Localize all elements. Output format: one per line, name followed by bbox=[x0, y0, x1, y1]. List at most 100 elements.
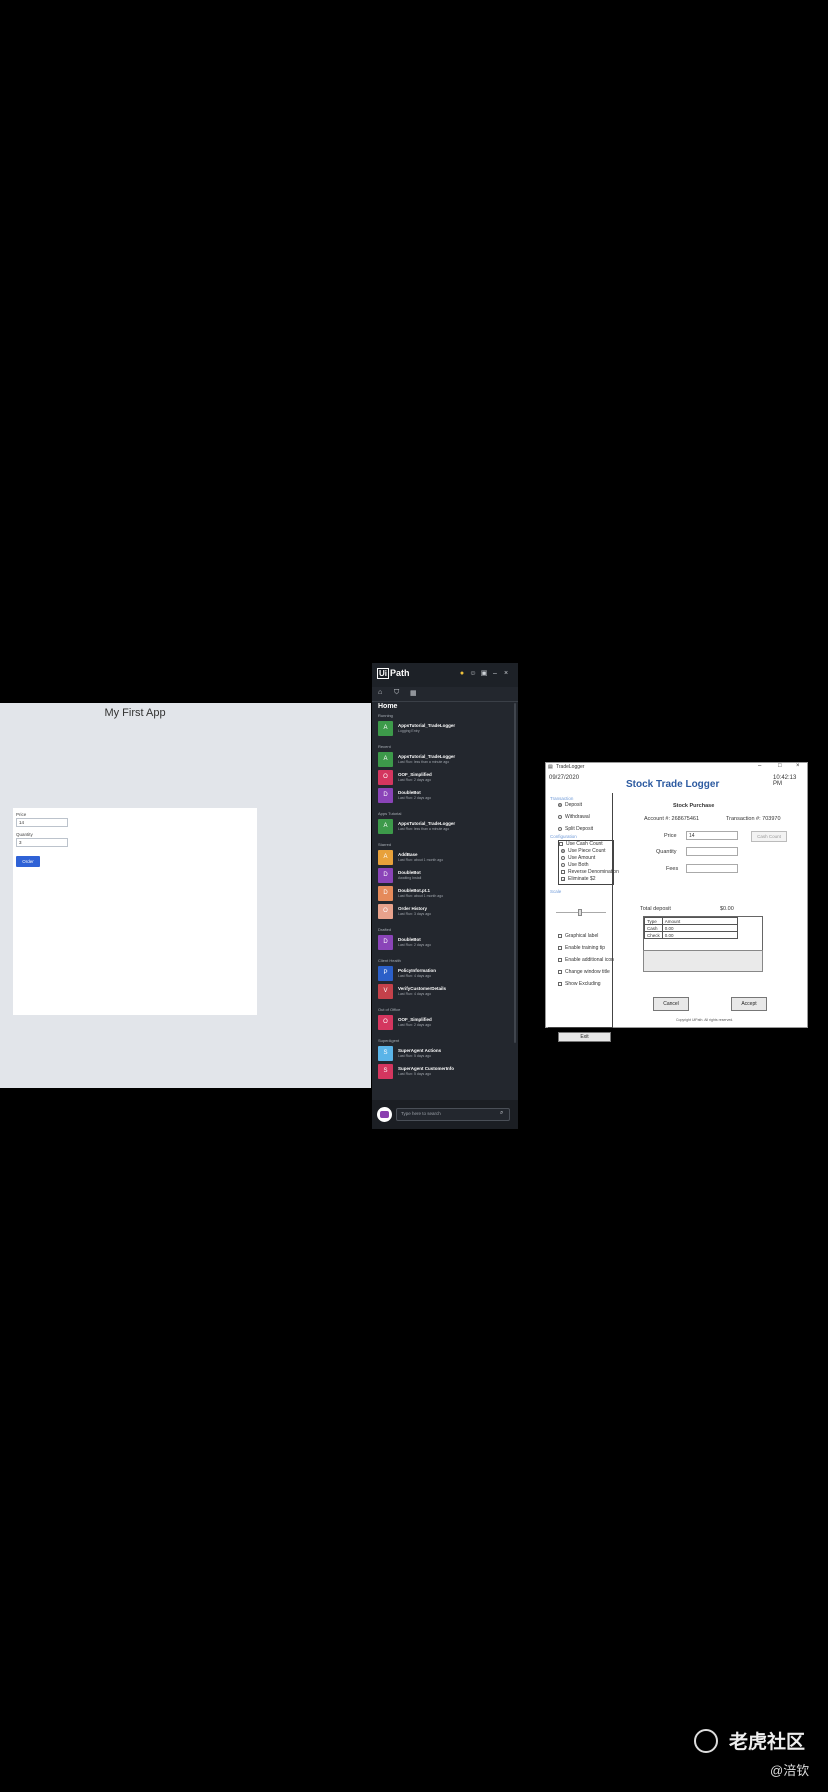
table-header: Amount bbox=[661, 917, 738, 925]
list-item[interactable]: A AppsTutorial_TradeLogger Last Run: less … bbox=[378, 752, 508, 768]
process-badge: D bbox=[378, 788, 393, 803]
accept-button[interactable]: Accept bbox=[731, 997, 767, 1011]
eliminate-2-checkbox[interactable]: ✓ Eliminate $2 bbox=[561, 876, 596, 882]
process-name: SuperAgent CustomerInfo bbox=[398, 1066, 455, 1071]
list-item[interactable]: D DoubleBot Last Run: 2 days ago bbox=[378, 788, 508, 804]
training-tip-checkbox[interactable]: Enable training tip bbox=[558, 945, 605, 951]
process-name: PolicyInformation bbox=[398, 968, 437, 973]
process-status: Last Run: 5 days ago bbox=[398, 1054, 432, 1058]
list-item[interactable]: O OOF_Simplified Last Run: 2 days ago bbox=[378, 1015, 508, 1031]
list-item[interactable]: S SuperAgent CustomerInfo Last Run: 5 days… bbox=[378, 1064, 508, 1080]
app-title: My First App bbox=[104, 707, 166, 719]
configuration-group-label: Configuration bbox=[550, 834, 577, 839]
app-heading: Stock Trade Logger bbox=[626, 779, 720, 790]
list-item[interactable]: A AddBase Last Run: about 1 month ago bbox=[378, 850, 508, 866]
process-name: AppsTutorial_TradeLogger bbox=[398, 821, 456, 826]
process-status: Last Run: about 1 month ago bbox=[398, 858, 444, 862]
process-badge: V bbox=[378, 984, 393, 999]
time-display: 10:42:13 PM bbox=[773, 775, 797, 787]
list-item[interactable]: P PolicyInformation Last Run: 4 days ago bbox=[378, 966, 508, 982]
price-input[interactable]: 14 bbox=[16, 818, 68, 827]
process-name: AppsTutorial_TradeLogger bbox=[398, 723, 456, 728]
split-deposit-radio[interactable]: Split Deposit bbox=[558, 826, 593, 832]
process-badge: A bbox=[378, 721, 393, 736]
order-form-card: Price 14 Quantity 3 Order bbox=[13, 808, 257, 1015]
additional-icon-checkbox[interactable]: Enable additional icon bbox=[558, 957, 614, 963]
quantity-input[interactable] bbox=[686, 847, 738, 856]
section-title: Client Health bbox=[378, 958, 401, 963]
table-cell[interactable]: 0.00 bbox=[661, 924, 738, 932]
price-input[interactable]: 14 bbox=[686, 831, 738, 840]
fees-label: Fees bbox=[666, 866, 679, 872]
table-header: Type bbox=[644, 917, 663, 925]
deposit-radio[interactable]: Deposit bbox=[558, 802, 582, 808]
minimize-icon[interactable]: – bbox=[758, 763, 761, 769]
order-button[interactable]: Order bbox=[16, 856, 40, 867]
uipath-assistant-window: Ui Path ● ☺ ▣ – × ⌂ ⛉ ▦ Home Running A Apps… bbox=[372, 663, 518, 1129]
transaction-group-label: Transaction bbox=[550, 796, 574, 801]
process-name: DoubleBot bbox=[398, 870, 421, 875]
process-list: Running A AppsTutorial_TradeLogger Logging … bbox=[372, 703, 518, 1093]
list-item[interactable]: D DoubleBot Awaiting Install bbox=[378, 868, 508, 884]
home-tab-icon[interactable]: ⌂ bbox=[378, 689, 382, 696]
change-window-title-checkbox[interactable]: Change window title bbox=[558, 969, 610, 975]
process-status: Last Run: less than a minute ago bbox=[398, 827, 450, 831]
quantity-input[interactable]: 3 bbox=[16, 838, 68, 847]
process-name: DoubleBot bbox=[398, 790, 421, 795]
cash-count-button[interactable]: Cash Count bbox=[751, 831, 787, 842]
list-item[interactable]: V VerifyCustomerDetails Last Run: 4 days a… bbox=[378, 984, 508, 1000]
fees-input[interactable] bbox=[686, 864, 738, 873]
process-name: DoubleBot bbox=[398, 937, 421, 942]
process-status: Last Run: 2 days ago bbox=[398, 778, 432, 782]
withdrawal-radio[interactable]: Withdrawal bbox=[558, 814, 590, 820]
process-badge: O bbox=[378, 1015, 393, 1030]
minimize-icon[interactable]: – bbox=[491, 670, 499, 678]
table-row[interactable]: Check 0.00 bbox=[644, 931, 738, 939]
graphical-label-checkbox[interactable]: Graphical label bbox=[558, 933, 598, 939]
table-cell[interactable]: 0.00 bbox=[661, 931, 738, 939]
process-badge: D bbox=[378, 935, 393, 950]
watermark-brand: 老虎社区 bbox=[729, 1732, 806, 1753]
process-badge: S bbox=[378, 1046, 393, 1061]
close-icon[interactable]: × bbox=[796, 763, 800, 769]
use-amount-radio[interactable]: Use Amount bbox=[561, 855, 595, 861]
shield-tab-icon[interactable]: ⛉ bbox=[394, 689, 399, 697]
user-icon[interactable]: ☺ bbox=[469, 670, 477, 678]
trade-logger-window: ▤ TradeLogger – □ × 09/27/2020 10:42:13 … bbox=[545, 762, 808, 1042]
table-row[interactable]: Cash 0.00 bbox=[644, 924, 738, 932]
list-item[interactable]: D DoubleBot.pt.1 Last Run: about 1 month a… bbox=[378, 886, 508, 902]
quantity-label: Quantity bbox=[656, 849, 677, 855]
cancel-button[interactable]: Cancel bbox=[653, 997, 689, 1011]
search-icon[interactable]: ⌕ bbox=[500, 1110, 503, 1117]
use-both-radio[interactable]: Use Both bbox=[561, 862, 589, 868]
avatar[interactable] bbox=[377, 1107, 392, 1122]
list-scrollbar[interactable] bbox=[514, 703, 516, 1043]
exit-button[interactable]: Exit bbox=[558, 1032, 611, 1042]
list-item[interactable]: A AppsTutorial_TradeLogger Last Run: less … bbox=[378, 819, 508, 835]
scale-slider-thumb[interactable] bbox=[578, 909, 582, 916]
window-icon[interactable]: ▣ bbox=[480, 670, 488, 678]
section-title: Starred bbox=[378, 842, 392, 847]
list-item[interactable]: O Order History Last Run: 3 days ago bbox=[378, 904, 508, 920]
process-name: Order History bbox=[398, 906, 428, 911]
account-number: Account #: 268675461 bbox=[644, 816, 700, 822]
process-badge: D bbox=[378, 886, 393, 901]
reverse-denomination-checkbox[interactable]: Reverse Denomination bbox=[561, 869, 619, 875]
use-piece-count-radio[interactable]: Use Piece Count bbox=[561, 848, 606, 854]
watermark-user: @涪钦 bbox=[770, 1763, 810, 1778]
list-item[interactable]: D DoubleBot Last Run: 2 days ago bbox=[378, 935, 508, 951]
total-deposit-value: $0.00 bbox=[720, 906, 734, 912]
process-name: OOF_Simplified bbox=[398, 772, 432, 777]
widgets-tab-icon[interactable]: ▦ bbox=[410, 689, 417, 697]
search-input[interactable]: Type here to search bbox=[396, 1108, 510, 1121]
show-excluding-checkbox[interactable]: Show Excluding bbox=[558, 981, 601, 987]
close-icon[interactable]: × bbox=[502, 670, 510, 678]
list-item[interactable]: O OOF_Simplified Last Run: 2 days ago bbox=[378, 770, 508, 786]
trade-logger-titlebar: ▤ TradeLogger – □ × bbox=[546, 763, 807, 773]
transaction-number: Transaction #: 703970 bbox=[726, 816, 781, 822]
maximize-icon[interactable]: □ bbox=[778, 763, 782, 769]
list-item[interactable]: A AppsTutorial_TradeLogger Logging Entry bbox=[378, 721, 508, 737]
process-badge: A bbox=[378, 819, 393, 834]
process-badge: A bbox=[378, 850, 393, 865]
list-item[interactable]: S SuperAgent Actions Last Run: 5 days ago bbox=[378, 1046, 508, 1062]
